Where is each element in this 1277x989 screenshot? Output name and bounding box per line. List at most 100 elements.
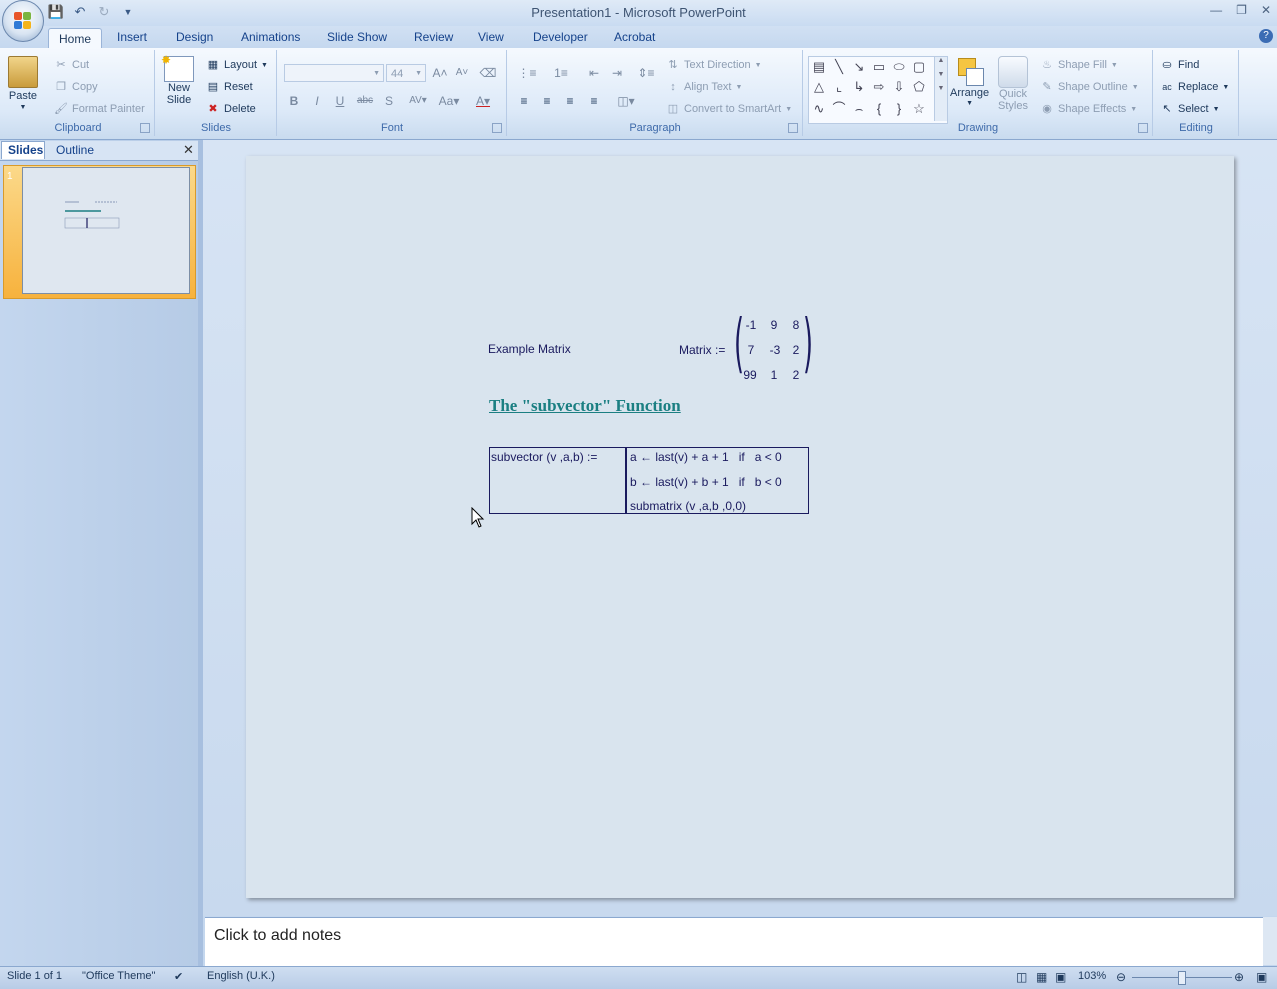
tab-acrobat[interactable]: Acrobat (614, 30, 655, 44)
slide-sorter-icon[interactable]: ▦ (1036, 970, 1047, 984)
matrix-definition-label[interactable]: Matrix := (679, 343, 725, 357)
notes-scrollbar[interactable] (1263, 917, 1277, 965)
dialog-launcher-icon[interactable] (1138, 123, 1148, 133)
clear-formatting-icon[interactable]: ⌫ (478, 64, 498, 82)
strikethrough-icon[interactable]: abc (355, 92, 375, 110)
delete-slide-button[interactable]: ✖ Delete (206, 102, 255, 116)
bullets-icon[interactable]: ⋮≡ (512, 64, 542, 82)
line-spacing-icon[interactable]: ⇕≡ (632, 64, 660, 82)
convert-smartart-button[interactable]: ◫ Convert to SmartArt ▼ (666, 102, 792, 116)
copy-button[interactable]: ❐ Copy (54, 80, 98, 94)
tab-slides[interactable]: Slides (1, 141, 45, 159)
office-button[interactable] (2, 0, 44, 42)
bold-icon[interactable]: B (284, 92, 304, 110)
left-brace-icon[interactable]: { (871, 101, 887, 117)
theme-name[interactable]: "Office Theme" (82, 970, 155, 982)
new-slide-button[interactable]: ✸ New Slide (161, 53, 194, 106)
dialog-launcher-icon[interactable] (492, 123, 502, 133)
slide-canvas[interactable] (246, 156, 1234, 898)
down-arrow-icon[interactable]: ⇩ (891, 79, 907, 95)
curve-icon[interactable]: ⌒ (831, 101, 847, 117)
tab-slide-show[interactable]: Slide Show (327, 30, 387, 44)
tab-outline[interactable]: Outline (56, 143, 94, 157)
customize-qat-icon[interactable]: ▼ (120, 4, 136, 20)
decrease-indent-icon[interactable]: ⇤ (584, 64, 604, 82)
triangle-icon[interactable]: △ (811, 79, 827, 95)
italic-icon[interactable]: I (307, 92, 327, 110)
language[interactable]: English (U.K.) (207, 970, 275, 982)
pentagon-icon[interactable]: ⬠ (911, 79, 927, 95)
shrink-font-icon[interactable]: A˅ (452, 64, 472, 82)
dialog-launcher-icon[interactable] (788, 123, 798, 133)
replace-button[interactable]: ac Replace ▼ (1160, 80, 1229, 94)
function-heading[interactable]: The "subvector" Function (489, 396, 681, 416)
text-box-icon[interactable]: ▤ (811, 59, 827, 75)
help-icon[interactable]: ? (1259, 29, 1273, 43)
redo-icon[interactable]: ↻ (96, 4, 112, 20)
format-painter-button[interactable]: 🖌 Format Painter (54, 102, 145, 116)
rounded-rectangle-icon[interactable]: ▢ (911, 59, 927, 75)
slide-show-icon[interactable]: ▣ (1055, 970, 1066, 984)
freeform-icon[interactable]: ∿ (811, 101, 827, 117)
tab-review[interactable]: Review (414, 30, 453, 44)
grow-font-icon[interactable]: A˄ (430, 64, 450, 82)
zoom-in-icon[interactable]: ⊕ (1234, 970, 1244, 984)
example-matrix-label[interactable]: Example Matrix (488, 342, 571, 356)
shadow-icon[interactable]: S (379, 92, 399, 110)
oval-icon[interactable]: ⬭ (891, 59, 907, 75)
shape-fill-button[interactable]: ♨ Shape Fill ▼ (1040, 58, 1118, 72)
font-color-icon[interactable]: A▾ (468, 92, 498, 110)
paste-button[interactable]: Paste ▼ (8, 56, 38, 111)
quick-styles-button[interactable]: Quick Styles (998, 56, 1028, 112)
tab-insert[interactable]: Insert (117, 30, 147, 44)
shape-outline-button[interactable]: ✎ Shape Outline ▼ (1040, 80, 1138, 94)
shapes-gallery[interactable]: ▤ ╲ ↘ ▭ ⬭ ▢ △ ⌞ ↳ ⇨ ⇩ ⬠ ∿ ⌒ ⌢ { } ☆ ▲ ▼ ▼ (808, 56, 948, 124)
numbering-icon[interactable]: 1≡ (546, 64, 576, 82)
elbow-connector-icon[interactable]: ⌞ (831, 79, 847, 95)
tab-design[interactable]: Design (176, 30, 213, 44)
font-name-combo[interactable]: ▼ (284, 64, 384, 82)
fit-to-window-icon[interactable]: ▣ (1256, 970, 1267, 984)
arrow-line-icon[interactable]: ↘ (851, 59, 867, 75)
reset-button[interactable]: ▤ Reset (206, 80, 253, 94)
change-case-icon[interactable]: Aa▾ (435, 92, 463, 110)
save-icon[interactable]: 💾 (48, 4, 64, 20)
cut-button[interactable]: ✂ Cut (54, 58, 89, 72)
tab-developer[interactable]: Developer (533, 30, 588, 44)
justify-icon[interactable]: ≡ (584, 92, 604, 110)
line-icon[interactable]: ╲ (831, 59, 847, 75)
align-text-button[interactable]: ↕ Align Text ▼ (666, 80, 742, 94)
spell-check-icon[interactable]: ✔ (174, 970, 183, 983)
font-size-combo[interactable]: 44 ▼ (386, 64, 426, 82)
char-spacing-icon[interactable]: AV▾ (404, 92, 432, 110)
tab-animations[interactable]: Animations (241, 30, 300, 44)
align-right-icon[interactable]: ≡ (560, 92, 580, 110)
restore-icon[interactable]: ❐ (1236, 3, 1247, 17)
text-direction-button[interactable]: ⇅ Text Direction ▼ (666, 58, 761, 72)
increase-indent-icon[interactable]: ⇥ (607, 64, 627, 82)
elbow-arrow-icon[interactable]: ↳ (851, 79, 867, 95)
select-button[interactable]: ↖ Select ▼ (1160, 102, 1219, 116)
find-button[interactable]: ⛀ Find (1160, 58, 1199, 72)
right-brace-icon[interactable]: } (891, 101, 907, 117)
shape-effects-button[interactable]: ◉ Shape Effects ▼ (1040, 102, 1137, 116)
gallery-scroll-icon[interactable]: ▲ ▼ ▼ (934, 57, 947, 121)
tab-view[interactable]: View (478, 30, 504, 44)
close-pane-icon[interactable]: ✕ (183, 142, 194, 158)
normal-view-icon[interactable]: ◫ (1016, 970, 1027, 984)
undo-icon[interactable]: ↶ (72, 4, 88, 20)
arrange-button[interactable]: Arrange ▼ (950, 56, 989, 107)
notes-pane[interactable] (205, 917, 1263, 966)
arc-icon[interactable]: ⌢ (851, 101, 867, 117)
align-left-icon[interactable]: ≡ (514, 92, 534, 110)
right-arrow-icon[interactable]: ⇨ (871, 79, 887, 95)
align-center-icon[interactable]: ≡ (537, 92, 557, 110)
slide-thumbnail[interactable] (22, 167, 190, 294)
dialog-launcher-icon[interactable] (140, 123, 150, 133)
close-icon[interactable]: ✕ (1261, 3, 1271, 17)
star-icon[interactable]: ☆ (911, 101, 927, 117)
zoom-level[interactable]: 103% (1078, 970, 1106, 982)
zoom-slider-thumb[interactable] (1178, 971, 1186, 985)
notes-placeholder[interactable]: Click to add notes (214, 927, 341, 945)
zoom-out-icon[interactable]: ⊖ (1116, 970, 1126, 984)
